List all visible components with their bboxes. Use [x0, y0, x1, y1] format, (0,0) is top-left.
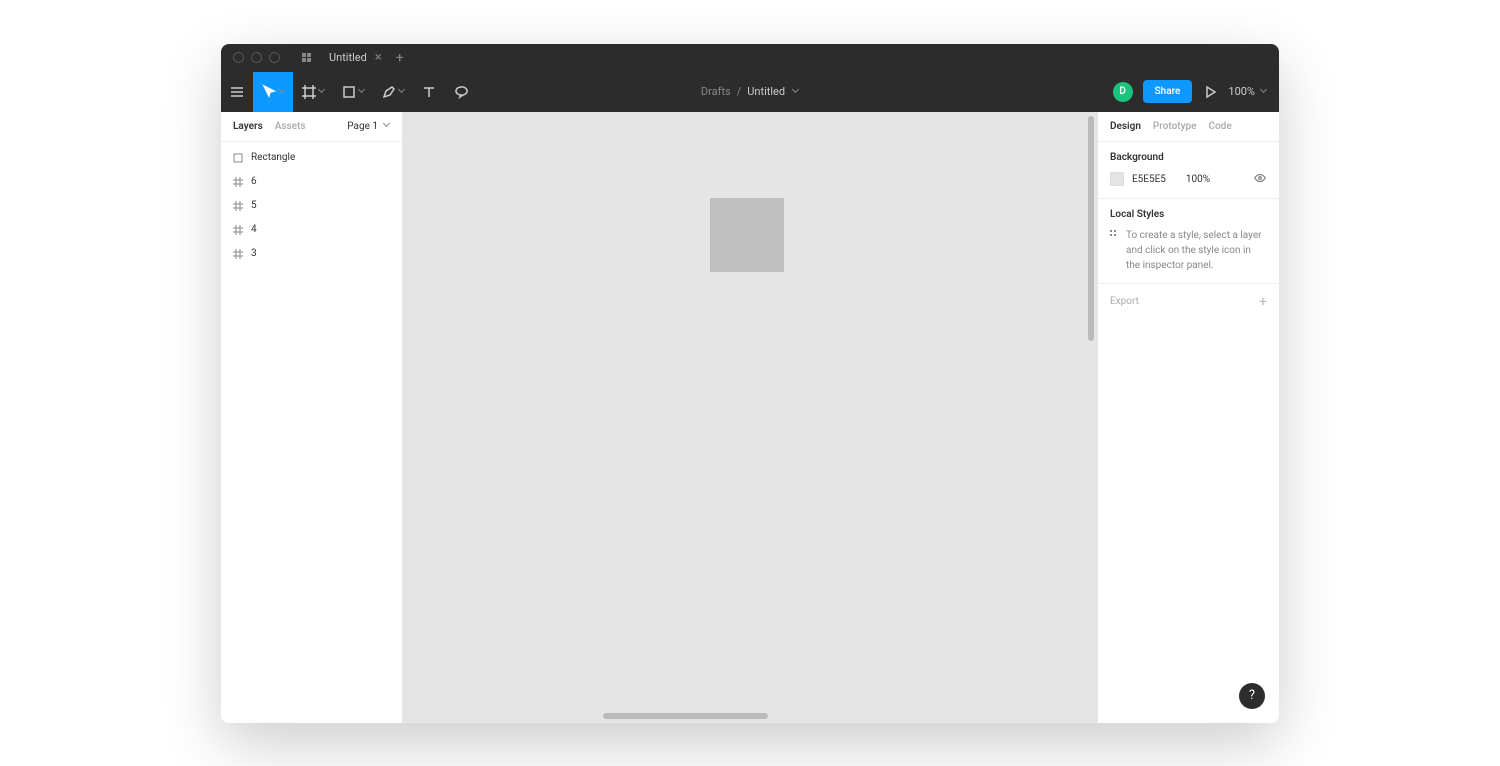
add-export-button[interactable]: +	[1259, 294, 1267, 310]
layer-name: 3	[251, 248, 257, 259]
background-hex[interactable]: E5E5E5	[1132, 174, 1166, 185]
background-section: Background E5E5E5 100%	[1098, 142, 1279, 199]
page-selector[interactable]: Page 1	[347, 121, 390, 132]
vertical-scrollbar[interactable]	[1088, 116, 1094, 341]
frame-icon	[233, 225, 243, 235]
help-button[interactable]: ?	[1239, 683, 1265, 709]
window-controls[interactable]	[233, 52, 280, 63]
main-area: Layers Assets Page 1 Rectangle 6	[221, 112, 1279, 723]
tab-code[interactable]: Code	[1208, 121, 1231, 132]
background-heading: Background	[1110, 152, 1267, 163]
cursor-icon	[261, 84, 277, 100]
share-button[interactable]: Share	[1143, 80, 1193, 103]
eye-icon	[1253, 171, 1267, 185]
rectangle-icon	[233, 153, 243, 163]
comment-tool[interactable]	[445, 72, 477, 112]
titlebar: Untitled × +	[221, 44, 1279, 72]
pen-icon	[381, 84, 397, 100]
toolbar: Drafts / Untitled D Share 100%	[221, 72, 1279, 112]
chevron-down-icon	[399, 89, 405, 95]
tab-layers[interactable]: Layers	[233, 121, 263, 132]
move-tool[interactable]	[253, 72, 293, 112]
canvas-rectangle[interactable]	[710, 198, 784, 272]
zoom-control[interactable]: 100%	[1228, 85, 1267, 98]
layer-row[interactable]: 6	[221, 170, 402, 194]
background-opacity[interactable]: 100%	[1186, 174, 1210, 185]
app-window: Untitled × + Dra	[221, 44, 1279, 723]
rectangle-icon	[341, 84, 357, 100]
layers-list: Rectangle 6 5 4 3	[221, 142, 402, 270]
layer-row[interactable]: 3	[221, 242, 402, 266]
tab-prototype[interactable]: Prototype	[1153, 121, 1197, 132]
home-grid-icon[interactable]	[302, 53, 311, 62]
present-button[interactable]	[1202, 72, 1218, 112]
pen-tool[interactable]	[373, 72, 413, 112]
close-window-icon[interactable]	[233, 52, 244, 63]
text-icon	[421, 84, 437, 100]
zoom-value: 100%	[1228, 85, 1255, 98]
tab-design[interactable]: Design	[1110, 121, 1141, 132]
layer-name: 6	[251, 176, 257, 187]
layer-name: Rectangle	[251, 152, 295, 163]
chevron-down-icon	[319, 89, 325, 95]
left-panel-tabs: Layers Assets Page 1	[221, 112, 402, 142]
layer-name: 4	[251, 224, 257, 235]
left-panel: Layers Assets Page 1 Rectangle 6	[221, 112, 403, 723]
close-tab-icon[interactable]: ×	[375, 50, 382, 65]
breadcrumb-separator: /	[737, 85, 742, 98]
tab-assets[interactable]: Assets	[275, 121, 306, 132]
chevron-down-icon[interactable]	[793, 89, 799, 95]
local-styles-section: Local Styles To create a style, select a…	[1098, 199, 1279, 284]
horizontal-scrollbar[interactable]	[603, 713, 768, 719]
right-panel: Design Prototype Code Background E5E5E5 …	[1097, 112, 1279, 723]
play-icon	[1202, 84, 1218, 100]
visibility-toggle[interactable]	[1253, 171, 1267, 188]
export-label: Export	[1110, 296, 1139, 307]
comment-icon	[453, 84, 469, 100]
local-styles-hint: To create a style, select a layer and cl…	[1126, 228, 1267, 273]
new-tab-button[interactable]: +	[396, 50, 404, 66]
page-label: Page 1	[347, 121, 378, 132]
avatar[interactable]: D	[1113, 82, 1133, 102]
frame-icon	[301, 84, 317, 100]
right-panel-tabs: Design Prototype Code	[1098, 112, 1279, 142]
frame-icon	[233, 177, 243, 187]
color-swatch[interactable]	[1110, 172, 1124, 186]
minimize-window-icon[interactable]	[251, 52, 262, 63]
frame-icon	[233, 249, 243, 259]
hamburger-icon	[229, 84, 245, 100]
style-icon	[1110, 228, 1116, 273]
maximize-window-icon[interactable]	[269, 52, 280, 63]
breadcrumb[interactable]: Drafts / Untitled	[701, 85, 799, 98]
chevron-down-icon	[359, 89, 365, 95]
chevron-down-icon	[1261, 89, 1267, 95]
local-styles-heading: Local Styles	[1110, 209, 1267, 220]
canvas[interactable]	[403, 112, 1097, 723]
layer-row[interactable]: 4	[221, 218, 402, 242]
layer-name: 5	[251, 200, 257, 211]
frame-tool[interactable]	[293, 72, 333, 112]
text-tool[interactable]	[413, 72, 445, 112]
file-tab-title: Untitled	[329, 51, 367, 64]
export-section[interactable]: Export +	[1098, 284, 1279, 320]
main-menu-button[interactable]	[221, 72, 253, 112]
breadcrumb-folder[interactable]: Drafts	[701, 85, 731, 98]
shape-tool[interactable]	[333, 72, 373, 112]
layer-row[interactable]: 5	[221, 194, 402, 218]
chevron-down-icon	[384, 123, 390, 129]
frame-icon	[233, 201, 243, 211]
chevron-down-icon	[279, 89, 285, 95]
breadcrumb-file[interactable]: Untitled	[747, 85, 785, 98]
file-tab[interactable]: Untitled ×	[329, 50, 382, 65]
layer-row[interactable]: Rectangle	[221, 146, 402, 170]
